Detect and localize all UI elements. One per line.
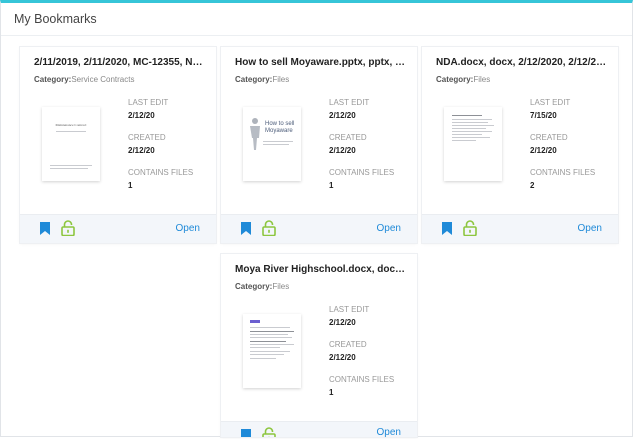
card-title[interactable]: NDA.docx, docx, 2/12/2020, 2/12/20... xyxy=(436,57,608,68)
bookmark-card: 2/11/2019, 2/11/2020, MC-12355, Ne... Ca… xyxy=(20,47,216,243)
created-label: CREATED xyxy=(329,340,367,349)
card-meta: LAST EDIT 2/12/20 CREATED 2/12/20 CONTAI… xyxy=(329,305,409,410)
last-edit-value: 2/12/20 xyxy=(128,111,155,120)
created-value: 2/12/20 xyxy=(329,146,356,155)
unlock-icon[interactable] xyxy=(262,220,276,236)
thumb-heading: Maintenance Contract xyxy=(55,123,87,127)
created-value: 2/12/20 xyxy=(329,353,356,362)
open-button[interactable]: Open xyxy=(377,427,401,437)
last-edit-value: 2/12/20 xyxy=(329,111,356,120)
contains-files-label: CONTAINS FILES xyxy=(329,375,395,384)
bookmark-card: Moya River Highschool.docx, docx, ... Ca… xyxy=(221,254,417,437)
bookmark-icon[interactable] xyxy=(241,429,251,437)
card-footer: Open xyxy=(20,214,216,243)
document-thumbnail[interactable] xyxy=(444,107,502,181)
panel-title: My Bookmarks xyxy=(14,12,97,26)
contains-files-value: 1 xyxy=(329,388,334,397)
card-category: Category:Service Contracts xyxy=(34,75,135,84)
document-thumbnail[interactable] xyxy=(243,314,301,388)
bookmark-card: How to sell Moyaware.pptx, pptx, 2... Ca… xyxy=(221,47,417,243)
open-button[interactable]: Open xyxy=(377,223,401,234)
bookmark-icon[interactable] xyxy=(40,222,50,235)
card-title[interactable]: Moya River Highschool.docx, docx, ... xyxy=(235,264,407,275)
bookmark-icon[interactable] xyxy=(241,222,251,235)
card-footer: Open xyxy=(422,214,618,243)
unlock-icon[interactable] xyxy=(463,220,477,236)
unlock-icon[interactable] xyxy=(262,427,276,437)
contains-files-value: 2 xyxy=(530,181,535,190)
created-label: CREATED xyxy=(329,133,367,142)
bookmarks-panel: My Bookmarks 2/11/2019, 2/11/2020, MC-12… xyxy=(0,0,633,437)
card-footer: Open xyxy=(221,214,417,243)
open-button[interactable]: Open xyxy=(176,223,200,234)
last-edit-value: 7/15/20 xyxy=(530,111,557,120)
last-edit-label: LAST EDIT xyxy=(329,98,370,107)
card-title[interactable]: How to sell Moyaware.pptx, pptx, 2... xyxy=(235,57,407,68)
contains-files-value: 1 xyxy=(329,181,334,190)
created-value: 2/12/20 xyxy=(128,146,155,155)
last-edit-label: LAST EDIT xyxy=(128,98,169,107)
document-thumbnail[interactable]: How to sell Moyaware xyxy=(243,107,301,181)
contains-files-value: 1 xyxy=(128,181,133,190)
created-label: CREATED xyxy=(128,133,166,142)
last-edit-label: LAST EDIT xyxy=(329,305,370,314)
last-edit-label: LAST EDIT xyxy=(530,98,571,107)
card-category: Category:Files xyxy=(436,75,491,84)
header-divider xyxy=(1,35,632,36)
last-edit-value: 2/12/20 xyxy=(329,318,356,327)
created-value: 2/12/20 xyxy=(530,146,557,155)
presentation-figure-icon xyxy=(250,118,260,150)
created-label: CREATED xyxy=(530,133,568,142)
thumb-heading: How to sell Moyaware xyxy=(265,121,295,134)
card-category: Category:Files xyxy=(235,282,290,291)
contains-files-label: CONTAINS FILES xyxy=(329,168,395,177)
document-thumbnail[interactable]: Maintenance Contract xyxy=(42,107,100,181)
card-meta: LAST EDIT 7/15/20 CREATED 2/12/20 CONTAI… xyxy=(530,98,610,203)
bookmark-icon[interactable] xyxy=(442,222,452,235)
contains-files-label: CONTAINS FILES xyxy=(530,168,596,177)
unlock-icon[interactable] xyxy=(61,220,75,236)
open-button[interactable]: Open xyxy=(578,223,602,234)
card-meta: LAST EDIT 2/12/20 CREATED 2/12/20 CONTAI… xyxy=(128,98,208,203)
contains-files-label: CONTAINS FILES xyxy=(128,168,194,177)
card-meta: LAST EDIT 2/12/20 CREATED 2/12/20 CONTAI… xyxy=(329,98,409,203)
card-footer: Open xyxy=(221,421,417,437)
bookmark-card: NDA.docx, docx, 2/12/2020, 2/12/20... Ca… xyxy=(422,47,618,243)
card-category: Category:Files xyxy=(235,75,290,84)
card-title[interactable]: 2/11/2019, 2/11/2020, MC-12355, Ne... xyxy=(34,57,206,68)
